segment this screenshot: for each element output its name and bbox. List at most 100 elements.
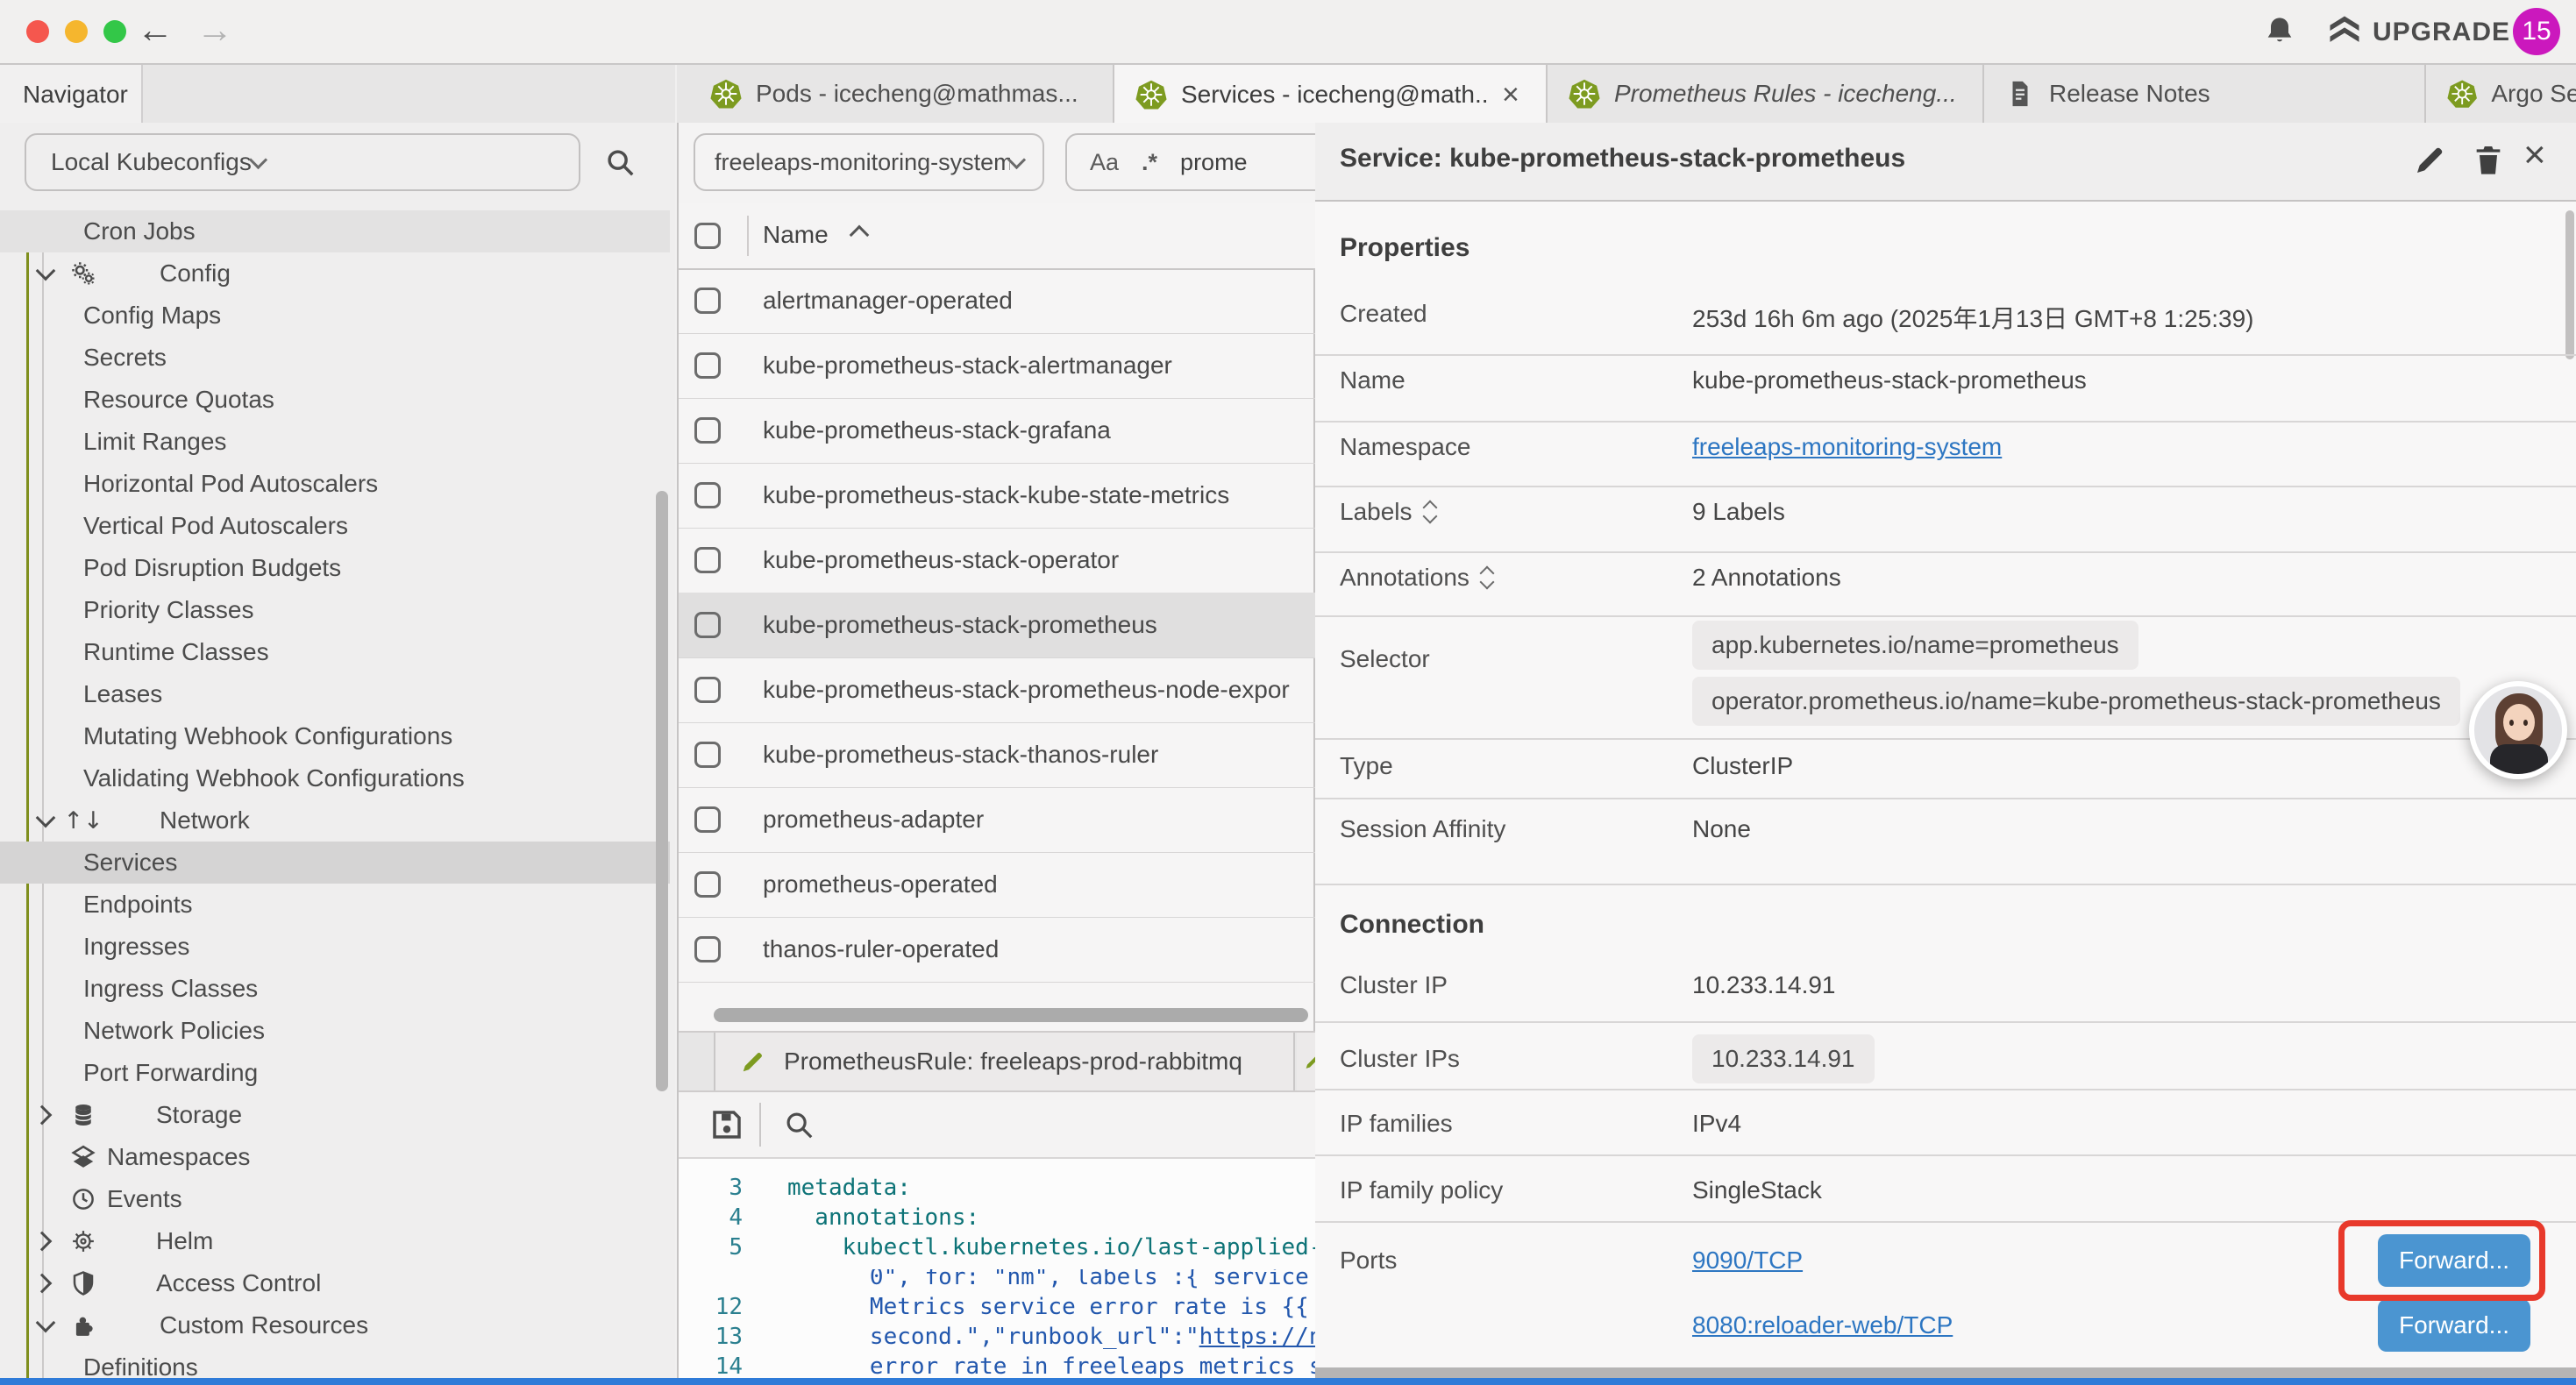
- port-link-9090[interactable]: 9090/TCP: [1692, 1246, 1803, 1275]
- minimize-window-button[interactable]: [65, 20, 88, 43]
- forward-arrow-icon[interactable]: →: [196, 9, 233, 51]
- row-checkbox[interactable]: [694, 806, 721, 833]
- sidebar-item-port-forwarding[interactable]: Port Forwarding: [0, 1052, 670, 1094]
- search-icon[interactable]: [782, 1108, 815, 1146]
- tab-release-notes[interactable]: Release Notes: [1984, 65, 2426, 123]
- table-row-selected[interactable]: kube-prometheus-stack-prometheus: [679, 593, 1315, 658]
- save-icon[interactable]: [708, 1106, 745, 1147]
- table-row[interactable]: kube-prometheus-stack-prometheus-node-ex…: [679, 657, 1315, 723]
- sidebar-group-network[interactable]: ↑↓Network: [0, 799, 670, 842]
- back-arrow-icon[interactable]: ←: [137, 9, 174, 51]
- select-all-checkbox[interactable]: [694, 223, 721, 249]
- table-row[interactable]: kube-prometheus-stack-thanos-ruler: [679, 722, 1315, 788]
- port-link-8080[interactable]: 8080:reloader-web/TCP: [1692, 1311, 1953, 1339]
- detail-header: Service: kube-prometheus-stack-prometheu…: [1315, 123, 2576, 202]
- search-input[interactable]: Aa .* prome: [1065, 133, 1315, 191]
- sidebar-item-network-policies[interactable]: Network Policies: [0, 1010, 670, 1052]
- row-value-labels: 9 Labels: [1692, 498, 1785, 526]
- table-row[interactable]: alertmanager-operated: [679, 268, 1315, 334]
- sidebar-group-config[interactable]: Config: [0, 252, 670, 295]
- sidebar-item-leases[interactable]: Leases: [0, 673, 670, 715]
- trash-icon[interactable]: [2471, 142, 2506, 181]
- sidebar-item-limit-ranges[interactable]: Limit Ranges: [0, 421, 670, 463]
- kubeconfig-selector[interactable]: Local Kubeconfigs: [25, 133, 580, 191]
- tab-prometheusrule[interactable]: PrometheusRule: freeleaps-prod-rabbitmq: [714, 1033, 1295, 1090]
- sidebar-item-resource-quotas[interactable]: Resource Quotas: [0, 379, 670, 421]
- upgrade-chevrons-icon[interactable]: [2325, 11, 2364, 54]
- row-checkbox[interactable]: [694, 547, 721, 573]
- sidebar-item-validating-webhook-configurations[interactable]: Validating Webhook Configurations: [0, 757, 670, 799]
- sidebar-item-horizontal-pod-autoscalers[interactable]: Horizontal Pod Autoscalers: [0, 463, 670, 505]
- tab-prometheus-rules[interactable]: Prometheus Rules - icecheng...: [1548, 65, 1984, 123]
- row-checkbox[interactable]: [694, 742, 721, 768]
- table-row[interactable]: prometheus-operated: [679, 852, 1315, 918]
- sidebar-item-priority-classes[interactable]: Priority Classes: [0, 589, 670, 631]
- close-tab-icon[interactable]: ×: [1502, 78, 1519, 112]
- sidebar-item-runtime-classes[interactable]: Runtime Classes: [0, 631, 670, 673]
- detail-scrollbar[interactable]: [2565, 210, 2574, 359]
- row-checkbox[interactable]: [694, 417, 721, 444]
- edit-icon[interactable]: [2413, 142, 2448, 181]
- row-checkbox[interactable]: [694, 612, 721, 638]
- row-checkbox[interactable]: [694, 482, 721, 508]
- sidebar-item-cron-jobs[interactable]: Cron Jobs: [0, 210, 670, 252]
- sidebar-item-secrets[interactable]: Secrets: [0, 337, 670, 379]
- tab-label: Argo Se: [2491, 80, 2576, 108]
- sort-ascending-icon[interactable]: [850, 225, 870, 245]
- table-row[interactable]: kube-prometheus-stack-operator: [679, 528, 1315, 593]
- notification-badge[interactable]: 15: [2513, 8, 2560, 55]
- namespace-link[interactable]: freeleaps-monitoring-system: [1692, 433, 2002, 461]
- search-icon[interactable]: [603, 146, 637, 183]
- editor-line: 14 error rate in freeleaps metrics ser: [679, 1352, 1315, 1381]
- forward-button[interactable]: Forward...: [2378, 1299, 2530, 1352]
- tab-navigator[interactable]: Navigator: [0, 65, 143, 124]
- expand-collapse-icon[interactable]: [1425, 502, 1435, 522]
- sidebar-item-pod-disruption-budgets[interactable]: Pod Disruption Budgets: [0, 547, 670, 589]
- table-row[interactable]: prometheus-adapter: [679, 787, 1315, 853]
- tab-label: PrometheusRule: freeleaps-prod-rabbitmq: [784, 1048, 1242, 1076]
- sidebar-item-events[interactable]: Events: [0, 1178, 670, 1220]
- sidebar-group-custom-resources[interactable]: Custom Resources: [0, 1304, 670, 1346]
- sidebar-item-services[interactable]: Services: [0, 842, 670, 884]
- row-checkbox[interactable]: [694, 936, 721, 962]
- row-checkbox[interactable]: [694, 288, 721, 314]
- table-row[interactable]: kube-prometheus-stack-alertmanager: [679, 333, 1315, 399]
- tab-argo[interactable]: Argo Se: [2426, 65, 2576, 123]
- sidebar-group-access-control[interactable]: Access Control: [0, 1262, 670, 1304]
- table-row[interactable]: kube-prometheus-stack-kube-state-metrics: [679, 463, 1315, 529]
- tab-pods[interactable]: Pods - icecheng@mathmas...: [689, 65, 1114, 123]
- row-checkbox[interactable]: [694, 871, 721, 898]
- table-row[interactable]: thanos-ruler-operated: [679, 917, 1315, 983]
- row-checkbox[interactable]: [694, 677, 721, 703]
- sidebar-item-endpoints[interactable]: Endpoints: [0, 884, 670, 926]
- sidebar-item-ingress-classes[interactable]: Ingress Classes: [0, 968, 670, 1010]
- sidebar-item-config-maps[interactable]: Config Maps: [0, 295, 670, 337]
- row-label-labels[interactable]: Labels: [1340, 498, 1435, 526]
- match-case-icon[interactable]: Aa: [1090, 149, 1119, 176]
- close-icon[interactable]: ×: [2523, 133, 2546, 177]
- editor-line: 5 kubectl.kubernetes.io/last-applied-co: [679, 1232, 1315, 1262]
- expand-collapse-icon[interactable]: [1482, 568, 1492, 587]
- table-row[interactable]: kube-prometheus-stack-grafana: [679, 398, 1315, 464]
- column-header-name[interactable]: Name: [763, 221, 829, 249]
- sidebar-group-helm[interactable]: Helm: [0, 1220, 670, 1262]
- sidebar-item-namespaces[interactable]: Namespaces: [0, 1136, 670, 1178]
- avatar[interactable]: [2469, 681, 2567, 779]
- bell-icon[interactable]: [2262, 14, 2297, 53]
- row-checkbox[interactable]: [694, 352, 721, 379]
- row-label-annotations[interactable]: Annotations: [1340, 564, 1492, 592]
- maximize-window-button[interactable]: [103, 20, 126, 43]
- yaml-editor[interactable]: 3metadata: 4 annotations: 5 kubectl.kube…: [679, 1159, 1315, 1378]
- sidebar-item-ingresses[interactable]: Ingresses: [0, 926, 670, 968]
- sidebar-group-storage[interactable]: Storage: [0, 1094, 670, 1136]
- sidebar-item-mutating-webhook-configurations[interactable]: Mutating Webhook Configurations: [0, 715, 670, 757]
- tab-services[interactable]: Services - icecheng@math... ×: [1114, 65, 1548, 124]
- horizontal-scrollbar[interactable]: [714, 1008, 1308, 1022]
- sidebar-item-vertical-pod-autoscalers[interactable]: Vertical Pod Autoscalers: [0, 505, 670, 547]
- upgrade-label[interactable]: UPGRADE: [2373, 18, 2510, 47]
- row-separator: [1315, 738, 2576, 740]
- close-window-button[interactable]: [26, 20, 49, 43]
- namespace-filter-dropdown[interactable]: freeleaps-monitoring-system: [694, 133, 1044, 191]
- sidebar-scrollbar[interactable]: [656, 491, 668, 1091]
- regex-icon[interactable]: .*: [1142, 149, 1157, 176]
